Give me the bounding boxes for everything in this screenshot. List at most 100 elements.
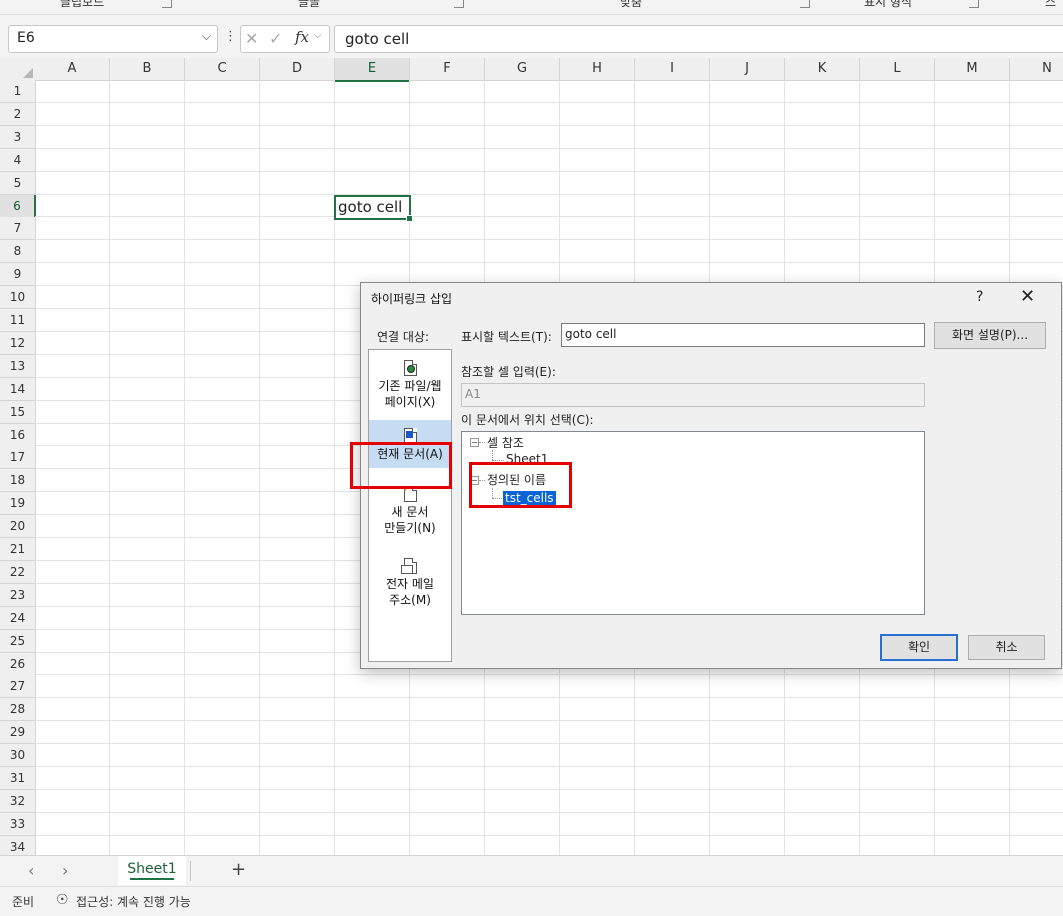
name-box-value: E6	[17, 30, 35, 46]
confirm-entry-icon[interactable]: ✓	[269, 29, 282, 48]
active-cell[interactable]: goto cell	[334, 195, 413, 222]
row-header-17[interactable]: 17	[0, 446, 36, 470]
help-button[interactable]: ?	[976, 289, 983, 305]
display-text-label: 표시할 텍스트(T):	[461, 330, 552, 344]
cell-reference-input[interactable]: A1	[461, 383, 925, 407]
cancel-entry-icon[interactable]: ✕	[245, 29, 258, 48]
row-header-1[interactable]: 1	[0, 80, 36, 103]
row-header-7[interactable]: 7	[0, 217, 36, 241]
document-place-tree[interactable]: − 셀 참조 Sheet1 − 정의된 이름 tst_cells	[461, 431, 925, 615]
column-header-b[interactable]: B	[110, 58, 185, 81]
row-header-2[interactable]: 2	[0, 102, 36, 126]
select-all-button[interactable]	[0, 58, 36, 81]
column-header-m[interactable]: M	[935, 58, 1010, 81]
row-header-23[interactable]: 23	[0, 583, 36, 607]
ribbon-group-styles: 스	[1045, 0, 1057, 9]
row-header-14[interactable]: 14	[0, 377, 36, 401]
link-email-address[interactable]: 전자 메일 주소(M)	[369, 558, 451, 608]
more-options-icon[interactable]: ⋮	[224, 29, 237, 44]
row-header-26[interactable]: 26	[0, 652, 36, 676]
column-header-f[interactable]: F	[410, 58, 485, 81]
sheet-tab-bar: ‹ › Sheet1 +	[0, 855, 1063, 887]
link-to-panel: 기존 파일/웹 페이지(X) 현재 문서(A) ✦ 새 문서 만들기(N) 전자…	[368, 349, 452, 662]
column-header-n[interactable]: N	[1010, 58, 1063, 81]
accessibility-icon[interactable]: ☉	[56, 892, 69, 908]
row-header-11[interactable]: 11	[0, 309, 36, 332]
row-header-19[interactable]: 19	[0, 492, 36, 516]
chevron-down-icon[interactable]: ⌵	[314, 30, 322, 41]
column-header-k[interactable]: K	[785, 58, 860, 81]
row-header-24[interactable]: 24	[0, 606, 36, 630]
row-header-29[interactable]: 29	[0, 721, 36, 745]
ribbon-group-clipboard: 클립보드	[60, 0, 105, 9]
formula-input[interactable]: goto cell	[334, 25, 1063, 53]
row-header-20[interactable]: 20	[0, 515, 36, 539]
tree-node-cell-reference[interactable]: 셀 참조	[487, 434, 524, 451]
name-box[interactable]: E6 ⌵	[8, 25, 218, 53]
row-header-3[interactable]: 3	[0, 125, 36, 149]
highlight-box-current-document	[350, 442, 452, 489]
row-header-30[interactable]: 30	[0, 744, 36, 768]
active-cell-text: goto cell	[338, 198, 403, 216]
add-sheet-button[interactable]: +	[231, 859, 246, 880]
alignment-launcher-icon[interactable]	[800, 0, 810, 8]
clipboard-launcher-icon[interactable]	[162, 0, 172, 8]
row-header-22[interactable]: 22	[0, 560, 36, 584]
row-header-4[interactable]: 4	[0, 148, 36, 172]
row-header-13[interactable]: 13	[0, 354, 36, 378]
column-header-g[interactable]: G	[485, 58, 560, 81]
row-header-6[interactable]: 6	[0, 194, 36, 218]
link-existing-file-web[interactable]: 기존 파일/웹 페이지(X)	[369, 360, 451, 410]
chevron-left-icon[interactable]: ‹	[28, 861, 34, 880]
dialog-title: 하이퍼링크 삽입	[371, 292, 453, 306]
chevron-right-icon[interactable]: ›	[62, 861, 68, 880]
fill-handle[interactable]	[406, 215, 413, 222]
close-button[interactable]: ✕	[1020, 286, 1035, 307]
insert-function-icon[interactable]: fx	[295, 28, 309, 46]
row-header-33[interactable]: 33	[0, 812, 36, 836]
formula-text: goto cell	[345, 30, 410, 48]
ribbon-group-labels: 클립보드 글꼴 맞춤 표시 형식 스	[0, 0, 1063, 15]
ribbon-group-font: 글꼴	[298, 0, 321, 9]
existing-file-web-icon	[403, 360, 417, 376]
column-header-e[interactable]: E	[335, 58, 410, 82]
sheet-tab-sheet1[interactable]: Sheet1	[118, 856, 186, 885]
column-header-l[interactable]: L	[860, 58, 935, 81]
link-create-new-document[interactable]: ✦ 새 문서 만들기(N)	[369, 484, 451, 536]
column-header-h[interactable]: H	[560, 58, 635, 81]
cancel-button[interactable]: 취소	[968, 635, 1045, 660]
row-header-25[interactable]: 25	[0, 629, 36, 653]
row-header-10[interactable]: 10	[0, 286, 36, 310]
row-header-5[interactable]: 5	[0, 171, 36, 195]
collapse-icon[interactable]: −	[470, 438, 479, 447]
email-address-icon	[401, 558, 417, 574]
row-header-9[interactable]: 9	[0, 263, 36, 287]
row-header-16[interactable]: 16	[0, 423, 36, 447]
column-header-j[interactable]: J	[710, 58, 785, 81]
row-header-27[interactable]: 27	[0, 675, 36, 699]
row-header-8[interactable]: 8	[0, 240, 36, 264]
row-header-31[interactable]: 31	[0, 767, 36, 790]
number-launcher-icon[interactable]	[969, 0, 979, 8]
status-bar: 준비 ☉ 접근성: 계속 진행 가능	[0, 886, 1063, 916]
screentip-button[interactable]: 화면 설명(P)...	[934, 322, 1046, 349]
row-header-15[interactable]: 15	[0, 400, 36, 424]
font-launcher-icon[interactable]	[454, 0, 464, 8]
row-header-28[interactable]: 28	[0, 698, 36, 722]
formula-bar: E6 ⌵ ⋮ ✕ ✓ fx ⌵ goto cell	[0, 15, 1063, 58]
ribbon-group-alignment: 맞춤	[620, 0, 643, 9]
column-header-c[interactable]: C	[185, 58, 260, 81]
chevron-down-icon[interactable]: ⌵	[202, 29, 211, 44]
cell-reference-label: 참조할 셀 입력(E):	[461, 365, 556, 379]
column-header-a[interactable]: A	[35, 58, 110, 81]
row-header-12[interactable]: 12	[0, 331, 36, 355]
row-header-18[interactable]: 18	[0, 469, 36, 493]
ok-button[interactable]: 확인	[880, 634, 958, 661]
row-header-21[interactable]: 21	[0, 538, 36, 561]
sheet-tab-label: Sheet1	[127, 861, 177, 877]
display-text-input[interactable]: goto cell	[561, 323, 925, 347]
column-header-d[interactable]: D	[260, 58, 335, 81]
column-header-i[interactable]: I	[635, 58, 710, 81]
row-header-32[interactable]: 32	[0, 789, 36, 813]
accessibility-status[interactable]: 접근성: 계속 진행 가능	[76, 893, 191, 910]
